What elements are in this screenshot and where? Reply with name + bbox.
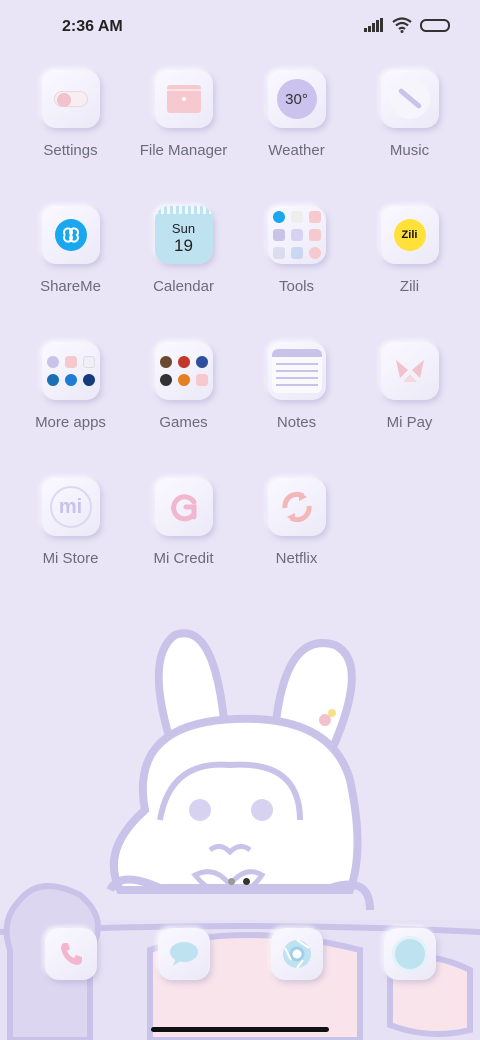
- app-mi-pay[interactable]: Mi Pay: [353, 342, 466, 478]
- calendar-day: Sun: [171, 220, 196, 236]
- mi-pay-icon: [380, 342, 439, 400]
- games-folder-icon: [154, 342, 213, 400]
- app-label: Tools: [278, 278, 315, 295]
- app-label: Games: [159, 414, 208, 431]
- app-zili[interactable]: Zili Zili: [353, 206, 466, 342]
- calendar-date: 19: [174, 235, 193, 255]
- app-settings[interactable]: Settings: [14, 70, 127, 206]
- app-music[interactable]: Music: [353, 70, 466, 206]
- app-file-manager[interactable]: File Manager: [127, 70, 240, 206]
- mi-credit-icon: [154, 478, 213, 536]
- weather-temp: 30°: [285, 90, 308, 108]
- tools-folder-icon: [267, 206, 326, 264]
- app-label: Zili: [399, 278, 420, 295]
- page-dot-active: [243, 878, 250, 885]
- app-label: Netflix: [275, 550, 318, 567]
- app-label: Music: [389, 142, 430, 159]
- zili-wordmark: Zili: [401, 229, 418, 241]
- app-label: Settings: [43, 142, 98, 159]
- camera-icon: [383, 928, 436, 980]
- app-notes[interactable]: Notes: [240, 342, 353, 478]
- browser-icon: [270, 928, 323, 980]
- app-label: Mi Pay: [386, 414, 433, 431]
- app-netflix[interactable]: Netflix: [240, 478, 353, 614]
- app-label: Mi Store: [42, 550, 99, 567]
- dock-camera[interactable]: [353, 928, 466, 980]
- app-calendar[interactable]: Sun 19 Calendar: [127, 206, 240, 342]
- weather-icon: 30°: [267, 70, 326, 128]
- app-label: Notes: [276, 414, 317, 431]
- signal-icon: [364, 18, 383, 32]
- app-label: Calendar: [153, 278, 214, 295]
- app-more-apps[interactable]: More apps: [14, 342, 127, 478]
- app-label: ShareMe: [40, 278, 101, 295]
- app-games[interactable]: Games: [127, 342, 240, 478]
- dock-phone[interactable]: [14, 928, 127, 980]
- app-weather[interactable]: 30° Weather: [240, 70, 353, 206]
- page-dot: [228, 878, 235, 885]
- more-apps-folder-icon: [41, 342, 100, 400]
- calendar-icon: Sun 19: [154, 206, 213, 264]
- app-label: File Manager: [139, 142, 228, 159]
- netflix-icon: [267, 478, 326, 536]
- wifi-icon: [392, 17, 412, 33]
- home-indicator[interactable]: [151, 1027, 329, 1032]
- status-icons: [364, 17, 450, 33]
- battery-icon: [420, 18, 450, 32]
- dock-messages[interactable]: [127, 928, 240, 980]
- app-mi-credit[interactable]: Mi Credit: [127, 478, 240, 614]
- page-indicator[interactable]: [228, 878, 250, 885]
- app-grid: Settings File Manager 30° Weather Music: [14, 70, 466, 614]
- status-bar: 2:36 AM: [0, 0, 480, 56]
- app-mi-store[interactable]: mi Mi Store: [14, 478, 127, 614]
- messages-icon: [157, 928, 210, 980]
- music-icon: [380, 70, 439, 128]
- folder-icon: [154, 70, 213, 128]
- mi-store-icon: mi: [41, 478, 100, 536]
- dock-browser[interactable]: [240, 928, 353, 980]
- mi-logo: mi: [58, 495, 83, 518]
- app-shareme[interactable]: ShareMe: [14, 206, 127, 342]
- phone-icon: [44, 928, 97, 980]
- shareme-icon: [41, 206, 100, 264]
- notes-icon: [267, 342, 326, 400]
- app-label: More apps: [35, 414, 106, 431]
- dock: [14, 928, 466, 980]
- app-label: Weather: [268, 142, 325, 159]
- app-label: Mi Credit: [153, 550, 214, 567]
- settings-toggle-icon: [41, 70, 100, 128]
- app-tools[interactable]: Tools: [240, 206, 353, 342]
- zili-icon: Zili: [380, 206, 439, 264]
- status-time: 2:36 AM: [62, 18, 123, 35]
